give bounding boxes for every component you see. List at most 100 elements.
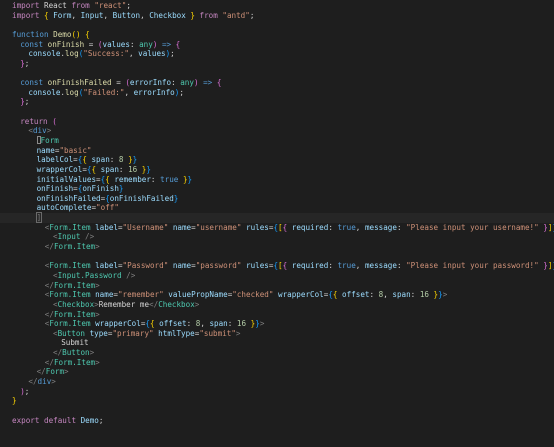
code-token: const — [20, 39, 44, 49]
code-token: label — [90, 222, 118, 232]
code-line: </Form.Item> — [0, 242, 554, 252]
code-line: onFinishFailed={onFinishFailed} — [0, 194, 554, 204]
code-token: , — [383, 290, 393, 300]
code-line: Submit — [0, 338, 554, 348]
code-token: , — [124, 87, 134, 97]
code-token: ; — [98, 415, 104, 425]
code-token: Form.Item — [53, 280, 96, 290]
code-token: : — [118, 164, 129, 174]
code-token: rules — [241, 222, 269, 232]
code-token: span — [86, 155, 110, 165]
code-token: Button — [57, 328, 86, 338]
code-token: onFinish — [36, 184, 74, 194]
code-token: } — [118, 184, 124, 194]
code-line: console.log("Failed:", errorInfo); — [0, 88, 554, 98]
code-token: from — [71, 1, 90, 10]
code-token: span — [392, 290, 411, 300]
code-token: => — [198, 78, 213, 88]
code-editor[interactable]: import React from "react"; import { Form,… — [0, 0, 554, 447]
code-token: , — [355, 222, 365, 232]
code-line: <div> — [0, 126, 554, 136]
code-token: Input — [80, 10, 104, 20]
code-area[interactable]: import React from "react"; import { Form,… — [0, 0, 554, 425]
code-token: "primary" — [112, 328, 154, 338]
code-token: true — [337, 261, 356, 271]
code-line: ); — [0, 387, 554, 397]
code-token: labelCol — [36, 155, 74, 165]
code-token: name — [36, 145, 55, 155]
code-token: wrapperCol — [273, 290, 324, 300]
code-token: Remember me — [98, 299, 150, 309]
code-line: </Form.Item> — [0, 281, 554, 291]
code-token: Button — [62, 348, 90, 358]
code-token: } — [538, 222, 548, 232]
code-token: : — [150, 174, 161, 184]
code-token: Form.Item — [49, 290, 91, 300]
code-token: function — [12, 29, 49, 39]
code-token: > — [51, 376, 56, 386]
code-token: "Success:" — [83, 49, 129, 59]
code-token: , — [129, 49, 139, 59]
code-token: , — [103, 10, 113, 20]
code-token: } — [137, 164, 147, 174]
code-line: <Button type="primary" htmlType="submit"… — [0, 329, 554, 339]
code-token: required — [287, 222, 329, 232]
code-token: "antd" — [217, 10, 250, 20]
code-token: > — [95, 309, 100, 319]
code-line: </div> — [0, 377, 554, 387]
code-line: <Checkbox>Remember me</Checkbox> — [0, 300, 554, 310]
code-token: "Please input your username!" — [406, 222, 539, 232]
code-token: /> — [80, 232, 95, 242]
code-token: : — [227, 319, 237, 329]
code-line: onFinish={onFinish} — [0, 184, 554, 194]
code-token: React — [39, 1, 72, 10]
code-token: type — [85, 328, 108, 338]
code-token: ; — [24, 97, 30, 107]
code-line: <Form.Item label="Username" name="userna… — [0, 223, 554, 233]
code-token: } — [428, 290, 439, 300]
code-line: wrapperCol={{ span: 16 }} — [0, 165, 554, 175]
code-token: > — [235, 328, 241, 338]
code-token: } — [185, 10, 195, 20]
code-token: const — [20, 78, 44, 88]
code-token: : — [186, 319, 196, 329]
code-line: import React from "react"; — [0, 1, 554, 11]
code-line: <Form.Item name="remember" valuePropName… — [0, 290, 554, 300]
code-token: = — [111, 78, 126, 88]
code-token: ; — [179, 87, 184, 97]
code-token: "password" — [195, 261, 242, 271]
code-token: remember — [109, 174, 151, 184]
code-token: </ — [36, 367, 46, 377]
code-token: Checkbox — [57, 299, 95, 309]
code-token: , — [71, 10, 81, 20]
code-token: { — [212, 78, 222, 88]
code-line: </Button> — [0, 348, 554, 358]
code-token: "Password" — [122, 261, 169, 271]
code-token: import — [12, 10, 40, 20]
code-token: "username" — [195, 222, 242, 232]
code-token: autoComplete — [36, 203, 92, 213]
code-token: "submit" — [199, 328, 236, 338]
code-token: /> — [121, 270, 136, 280]
code-token: ] — [35, 212, 43, 224]
code-token: any — [180, 78, 194, 88]
code-token: Form.Item — [53, 309, 96, 319]
code-token: message — [364, 261, 397, 271]
code-token: Form.Item — [49, 261, 91, 271]
code-line: return ( — [0, 117, 554, 127]
code-token: Form — [40, 135, 59, 145]
code-line: const onFinishFailed = (errorInfo: any) … — [0, 78, 554, 88]
code-line: <Form.Item label="Password" name="passwo… — [0, 261, 554, 271]
code-line: labelCol={{ span: 8 }} — [0, 155, 554, 165]
code-token: any — [139, 39, 153, 49]
code-token: : — [369, 290, 379, 300]
code-token: } — [178, 174, 188, 184]
code-token: { — [80, 29, 90, 39]
code-token: Checkbox — [149, 10, 186, 20]
code-token: </ — [44, 309, 54, 319]
code-token: </ — [53, 348, 63, 358]
